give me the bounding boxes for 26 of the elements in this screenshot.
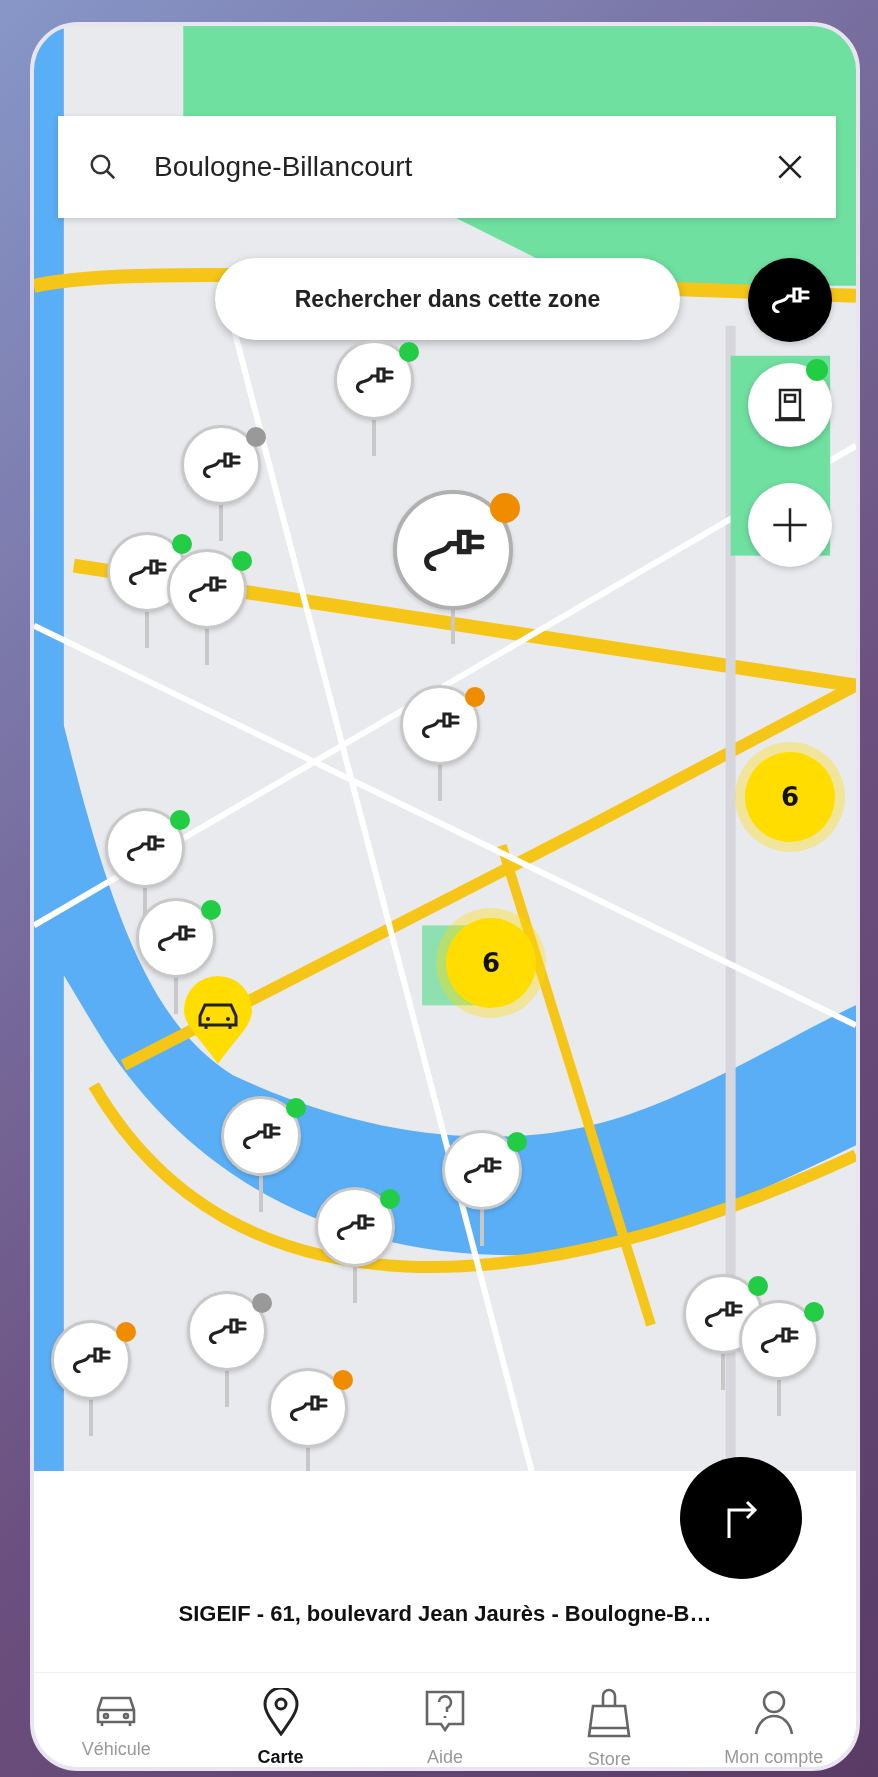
plug-icon — [462, 1157, 502, 1183]
plug-icon — [71, 1347, 111, 1373]
plug-icon — [703, 1301, 743, 1327]
search-area-button[interactable]: Rechercher dans cette zone — [215, 258, 680, 340]
plug-icon — [759, 1327, 799, 1353]
person-icon — [753, 1688, 794, 1736]
plug-icon — [127, 559, 167, 585]
nav-tab[interactable]: Carte — [205, 1687, 356, 1767]
plug-icon — [421, 529, 485, 571]
shopping-bag-icon — [587, 1688, 632, 1738]
plug-icon — [770, 287, 810, 313]
plus-icon — [770, 505, 810, 545]
search-field[interactable]: Boulogne-Billancourt — [58, 116, 836, 218]
plug-icon — [156, 925, 196, 951]
plug-icon — [335, 1214, 375, 1240]
search-icon — [88, 152, 118, 182]
plug-icon — [187, 576, 227, 602]
plug-icon — [420, 712, 460, 738]
plug-icon — [354, 367, 394, 393]
station-address: SIGEIF - 61, boulevard Jean Jaurès - Boulogne-B… — [178, 1600, 712, 1628]
car-location-marker[interactable] — [182, 974, 254, 1066]
plug-icon — [207, 1318, 247, 1344]
plug-icon — [241, 1123, 281, 1149]
plug-icon — [125, 835, 165, 861]
plug-icon — [288, 1395, 328, 1421]
plug-icon — [201, 452, 241, 478]
